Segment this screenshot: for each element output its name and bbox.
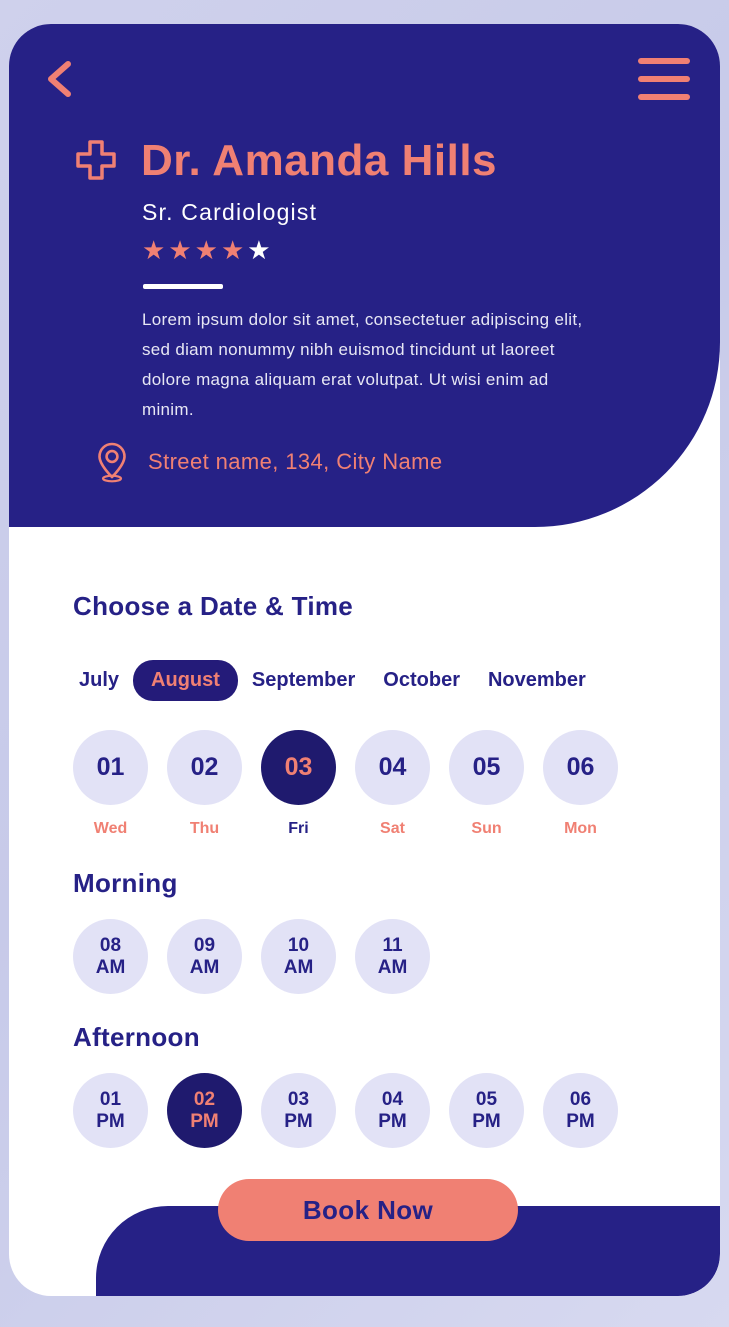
- time-slot-period: AM: [377, 956, 408, 978]
- month-chip-november[interactable]: November: [474, 660, 600, 701]
- star-filled-icon: ★: [168, 235, 192, 265]
- date-cell-05: 05 Sun: [449, 730, 524, 838]
- map-pin-icon: [98, 442, 126, 483]
- time-slot-10-am[interactable]: 10 AM: [261, 919, 336, 994]
- time-slot-hour: 08: [99, 934, 122, 956]
- time-slot-hour: 03: [287, 1088, 310, 1110]
- time-slot-period: PM: [472, 1110, 501, 1132]
- time-slot-09-am[interactable]: 09 AM: [167, 919, 242, 994]
- star-filled-icon: ★: [194, 235, 218, 265]
- day-label-fri: Fri: [288, 820, 309, 837]
- time-slot-hour: 02: [193, 1088, 216, 1110]
- morning-section-title: Morning: [73, 868, 178, 898]
- time-slot-hour: 04: [381, 1088, 404, 1110]
- time-slot-period: AM: [283, 956, 314, 978]
- date-circle-03[interactable]: 03: [261, 730, 336, 805]
- month-chip-july[interactable]: July: [65, 660, 133, 701]
- doctor-location-row[interactable]: Street name, 134, City Name: [94, 441, 442, 483]
- time-slot-period: AM: [95, 956, 126, 978]
- doctor-specialty: Sr. Cardiologist: [142, 199, 318, 225]
- day-label-mon: Mon: [564, 820, 597, 837]
- day-label-sun: Sun: [471, 820, 502, 837]
- time-slot-04-pm[interactable]: 04 PM: [355, 1073, 430, 1148]
- date-cell-06: 06 Mon: [543, 730, 618, 838]
- book-now-button[interactable]: Book Now: [218, 1179, 518, 1241]
- time-slot-01-pm[interactable]: 01 PM: [73, 1073, 148, 1148]
- time-slot-05-pm[interactable]: 05 PM: [449, 1073, 524, 1148]
- chevron-left-icon: [48, 61, 71, 97]
- date-circle-01[interactable]: 01: [73, 730, 148, 805]
- day-label-thu: Thu: [189, 820, 220, 837]
- time-slot-hour: 06: [569, 1088, 592, 1110]
- rating-stars: ★ ★ ★ ★ ★: [142, 237, 271, 263]
- date-circle-05[interactable]: 05: [449, 730, 524, 805]
- time-slot-hour: 05: [475, 1088, 498, 1110]
- date-cell-04: 04 Sat: [355, 730, 430, 838]
- time-slot-period: PM: [284, 1110, 313, 1132]
- hamburger-menu-button[interactable]: [638, 58, 690, 100]
- time-slot-hour: 11: [382, 934, 403, 956]
- time-slot-period: PM: [96, 1110, 125, 1132]
- day-label-wed: Wed: [93, 820, 128, 837]
- time-slot-period: PM: [378, 1110, 407, 1132]
- doctor-profile-header: Dr. Amanda Hills Sr. Cardiologist ★ ★ ★ ★ ★ …: [9, 24, 720, 527]
- date-cell-02: 02 Thu: [167, 730, 242, 838]
- time-slot-hour: 10: [287, 934, 310, 956]
- doctor-location: Street name, 134, City Name: [148, 449, 443, 474]
- date-selector: 01 Wed 02 Thu 03 Fri 04 Sat 05 Sun 06 Mon: [73, 730, 618, 838]
- time-slot-period: PM: [190, 1110, 219, 1132]
- star-filled-icon: ★: [220, 235, 245, 265]
- day-label-sat: Sat: [380, 820, 405, 837]
- date-circle-02[interactable]: 02: [167, 730, 242, 805]
- month-chip-august[interactable]: August: [133, 660, 238, 701]
- time-slot-hour: 01: [99, 1088, 122, 1110]
- hamburger-menu-icon-bar-3: [638, 94, 690, 100]
- afternoon-time-slots: 01 PM 02 PM 03 PM 04 PM 05 PM 06 PM: [73, 1073, 618, 1148]
- date-cell-01: 01 Wed: [73, 730, 148, 838]
- doctor-name-row: Dr. Amanda Hills: [73, 136, 497, 186]
- time-slot-08-am[interactable]: 08 AM: [73, 919, 148, 994]
- header-divider: [143, 284, 223, 289]
- star-empty-icon: ★: [247, 235, 271, 265]
- time-slot-period: PM: [566, 1110, 595, 1132]
- hamburger-menu-icon-bar-1: [638, 58, 690, 64]
- time-slot-11-am[interactable]: 11 AM: [355, 919, 430, 994]
- doctor-name: Dr. Amanda Hills: [141, 136, 498, 185]
- date-cell-03: 03 Fri: [261, 730, 336, 838]
- time-slot-03-pm[interactable]: 03 PM: [261, 1073, 336, 1148]
- time-slot-hour: 09: [193, 934, 216, 956]
- month-chip-october[interactable]: October: [369, 660, 474, 701]
- star-filled-icon: ★: [142, 235, 166, 265]
- medical-cross-icon: [76, 140, 116, 180]
- morning-time-slots: 08 AM 09 AM 10 AM 11 AM: [73, 919, 430, 994]
- month-selector: July August September October November: [65, 660, 600, 701]
- month-chip-september[interactable]: September: [238, 660, 369, 701]
- back-button[interactable]: [34, 52, 88, 106]
- hamburger-menu-icon-bar-2: [638, 76, 690, 82]
- time-slot-period: AM: [189, 956, 220, 978]
- page-title: Choose a Date & Time: [73, 591, 354, 621]
- afternoon-section-title: Afternoon: [73, 1022, 200, 1052]
- phone-screen: Dr. Amanda Hills Sr. Cardiologist ★ ★ ★ ★ ★ …: [9, 24, 720, 1296]
- date-circle-04[interactable]: 04: [355, 730, 430, 805]
- date-circle-06[interactable]: 06: [543, 730, 618, 805]
- time-slot-02-pm[interactable]: 02 PM: [167, 1073, 242, 1148]
- time-slot-06-pm[interactable]: 06 PM: [543, 1073, 618, 1148]
- doctor-bio: Lorem ipsum dolor sit amet, consectetuer…: [142, 310, 583, 419]
